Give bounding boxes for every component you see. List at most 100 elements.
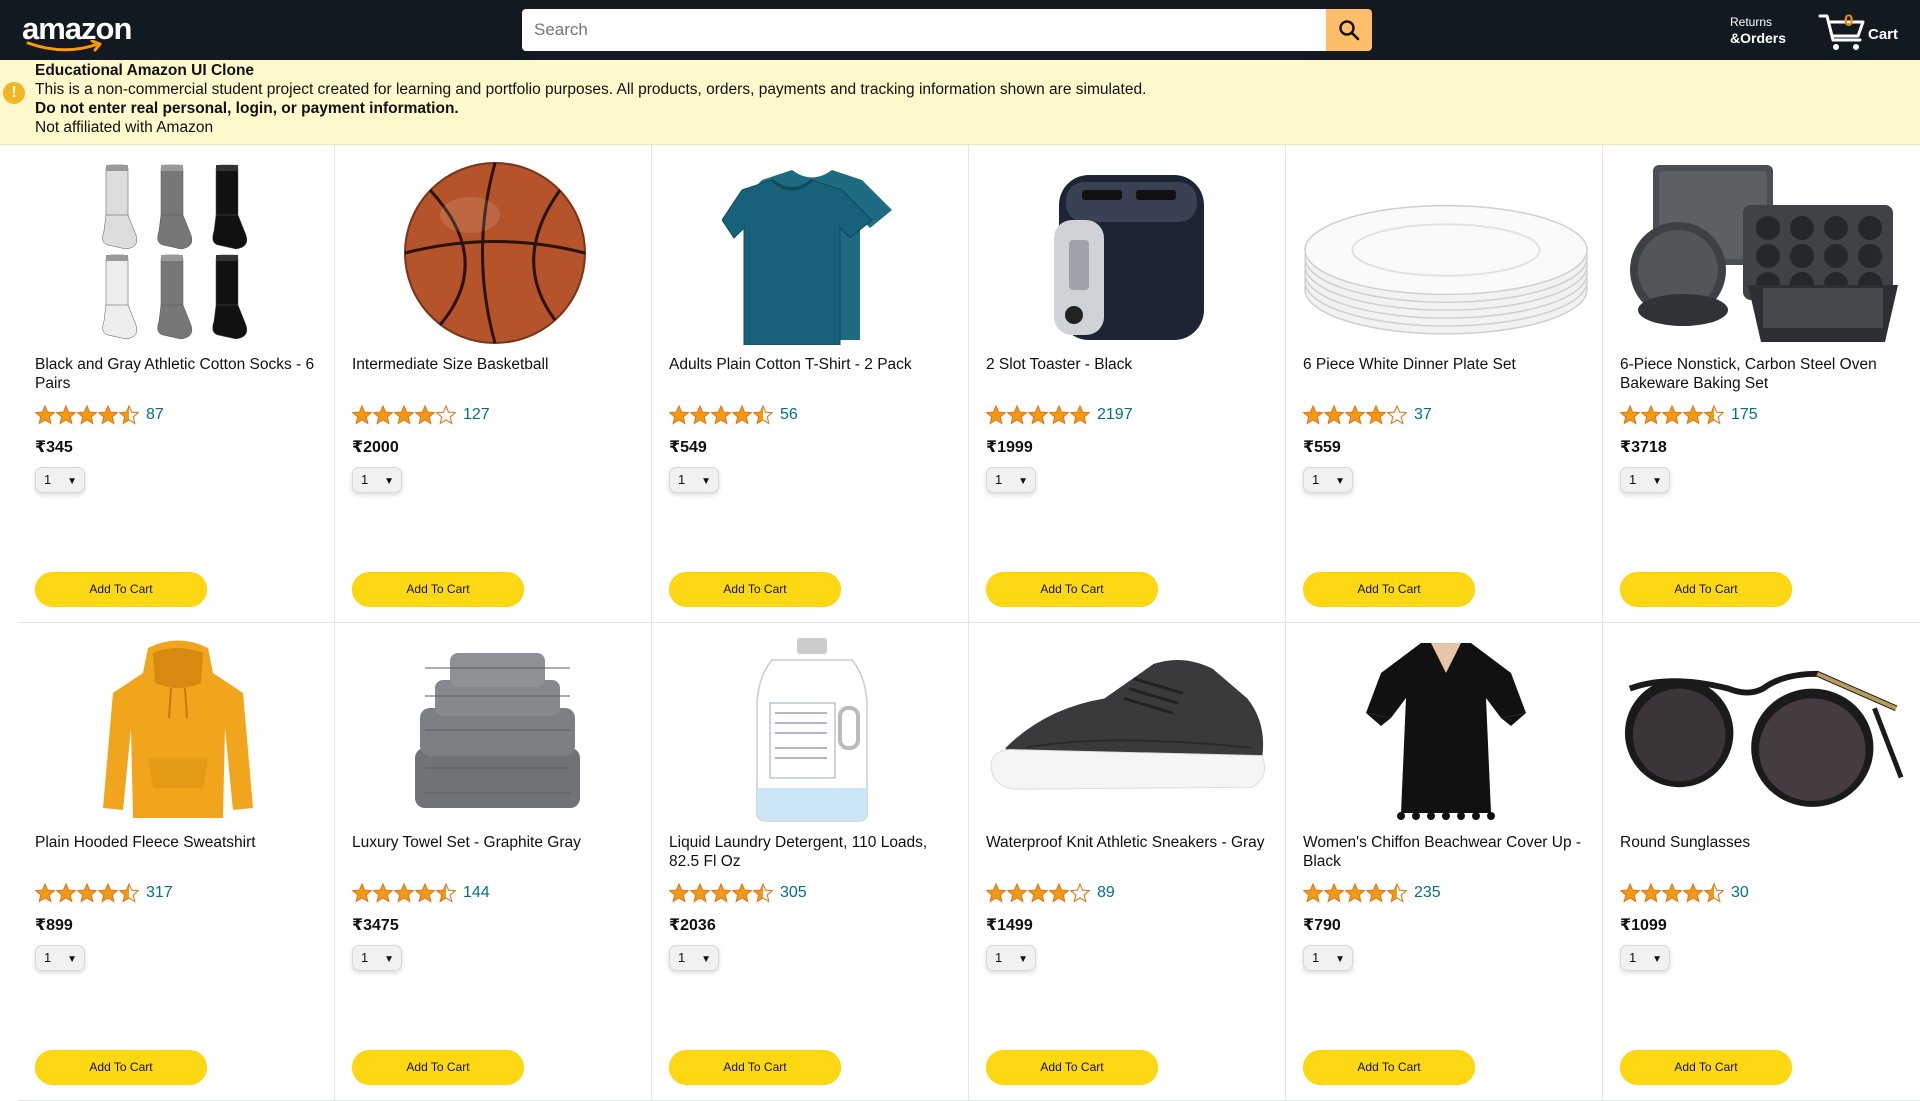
top-header: amazon Returns &Orders 0 Cart [0, 0, 1920, 60]
product-rating[interactable]: 30 [1620, 883, 1749, 903]
product-image[interactable] [1303, 160, 1589, 345]
quantity-select[interactable]: 1 ▼ [1303, 945, 1353, 971]
chevron-down-icon: ▼ [1018, 954, 1028, 965]
product-image[interactable] [669, 638, 955, 823]
product-name[interactable]: Plain Hooded Fleece Sweatshirt [35, 833, 325, 852]
rating-count[interactable]: 89 [1097, 884, 1115, 902]
quantity-select[interactable]: 1 ▼ [352, 467, 402, 493]
add-to-cart-button[interactable]: Add To Cart [986, 572, 1158, 607]
product-price: ₹899 [35, 917, 73, 934]
product-rating[interactable]: 144 [352, 883, 490, 903]
product-price: ₹549 [669, 439, 707, 456]
product-name[interactable]: Adults Plain Cotton T-Shirt - 2 Pack [669, 355, 959, 374]
product-rating[interactable]: 87 [35, 405, 164, 425]
disclaimer-line3: Not affiliated with Amazon [35, 119, 214, 136]
product-name[interactable]: 2 Slot Toaster - Black [986, 355, 1276, 374]
rating-count[interactable]: 37 [1414, 406, 1432, 424]
quantity-select[interactable]: 1 ▼ [35, 945, 85, 971]
chevron-down-icon: ▼ [1018, 476, 1028, 487]
disclaimer-banner: ! Educational Amazon UI Clone This is a … [0, 60, 1920, 145]
logo-smile-icon [26, 40, 102, 52]
product-name[interactable]: Black and Gray Athletic Cotton Socks - 6… [35, 355, 325, 393]
product-rating[interactable]: 305 [669, 883, 807, 903]
product-price: ₹3475 [352, 917, 399, 934]
rating-count[interactable]: 144 [463, 884, 490, 902]
chevron-down-icon: ▼ [701, 476, 711, 487]
product-rating[interactable]: 56 [669, 405, 798, 425]
amazon-logo[interactable]: amazon [22, 13, 132, 52]
rating-count[interactable]: 317 [146, 884, 173, 902]
quantity-select[interactable]: 1 ▼ [986, 945, 1036, 971]
rating-count[interactable]: 175 [1731, 406, 1758, 424]
product-name[interactable]: Waterproof Knit Athletic Sneakers - Gray [986, 833, 1276, 852]
product-name[interactable]: Round Sunglasses [1620, 833, 1910, 852]
product-rating[interactable]: 127 [352, 405, 490, 425]
returns-orders-link[interactable]: Returns &Orders [1730, 14, 1786, 46]
quantity-select[interactable]: 1 ▼ [35, 467, 85, 493]
product-name[interactable]: Liquid Laundry Detergent, 110 Loads, 82.… [669, 833, 959, 871]
quantity-value: 1 [44, 950, 52, 965]
quantity-value: 1 [678, 950, 686, 965]
product-image[interactable] [986, 638, 1272, 823]
quantity-value: 1 [1629, 472, 1637, 487]
product-rating[interactable]: 175 [1620, 405, 1758, 425]
search-input[interactable] [522, 9, 1326, 51]
product-price: ₹2036 [669, 917, 716, 934]
product-rating[interactable]: 317 [35, 883, 173, 903]
product-rating[interactable]: 89 [986, 883, 1115, 903]
product-rating[interactable]: 37 [1303, 405, 1432, 425]
add-to-cart-button[interactable]: Add To Cart [669, 572, 841, 607]
product-name[interactable]: Luxury Towel Set - Graphite Gray [352, 833, 642, 852]
chevron-down-icon: ▼ [384, 476, 394, 487]
product-name[interactable]: Intermediate Size Basketball [352, 355, 642, 374]
add-to-cart-button[interactable]: Add To Cart [352, 572, 524, 607]
rating-stars-icon [35, 883, 140, 903]
quantity-select[interactable]: 1 ▼ [1620, 945, 1670, 971]
search-button[interactable] [1326, 9, 1372, 51]
add-to-cart-button[interactable]: Add To Cart [1620, 572, 1792, 607]
product-card: Liquid Laundry Detergent, 110 Loads, 82.… [652, 623, 969, 1100]
product-image[interactable] [35, 160, 321, 345]
rating-count[interactable]: 56 [780, 406, 798, 424]
quantity-select[interactable]: 1 ▼ [669, 945, 719, 971]
rating-count[interactable]: 305 [780, 884, 807, 902]
product-price: ₹1499 [986, 917, 1033, 934]
product-image[interactable] [352, 638, 638, 823]
quantity-select[interactable]: 1 ▼ [986, 467, 1036, 493]
rating-count[interactable]: 2197 [1097, 406, 1133, 424]
product-image[interactable] [352, 160, 638, 345]
product-price: ₹3718 [1620, 439, 1667, 456]
product-name[interactable]: 6 Piece White Dinner Plate Set [1303, 355, 1593, 374]
rating-count[interactable]: 30 [1731, 884, 1749, 902]
product-price: ₹790 [1303, 917, 1341, 934]
product-image[interactable] [986, 160, 1272, 345]
quantity-value: 1 [995, 472, 1003, 487]
rating-count[interactable]: 87 [146, 406, 164, 424]
product-name[interactable]: 6-Piece Nonstick, Carbon Steel Oven Bake… [1620, 355, 1910, 393]
rating-count[interactable]: 127 [463, 406, 490, 424]
rating-count[interactable]: 235 [1414, 884, 1441, 902]
add-to-cart-button[interactable]: Add To Cart [35, 572, 207, 607]
product-image[interactable] [669, 160, 955, 345]
quantity-select[interactable]: 1 ▼ [352, 945, 402, 971]
products-grid: Black and Gray Athletic Cotton Socks - 6… [18, 145, 1920, 1101]
chevron-down-icon: ▼ [67, 476, 77, 487]
product-card: 2 Slot Toaster - Black 2197 ₹1999 1 ▼ Ad… [969, 145, 1286, 622]
cart-link[interactable]: 0 Cart [1818, 10, 1914, 52]
product-image[interactable] [35, 638, 321, 823]
product-rating[interactable]: 235 [1303, 883, 1441, 903]
chevron-down-icon: ▼ [1652, 476, 1662, 487]
product-name[interactable]: Women's Chiffon Beachwear Cover Up - Bla… [1303, 833, 1593, 871]
product-card: Black and Gray Athletic Cotton Socks - 6… [18, 145, 335, 622]
chevron-down-icon: ▼ [384, 954, 394, 965]
quantity-select[interactable]: 1 ▼ [1303, 467, 1353, 493]
orders-line2: &Orders [1730, 30, 1787, 46]
product-rating[interactable]: 2197 [986, 405, 1133, 425]
product-image[interactable] [1620, 160, 1906, 345]
disclaimer-text: Educational Amazon UI Clone This is a no… [35, 60, 1146, 137]
quantity-select[interactable]: 1 ▼ [1620, 467, 1670, 493]
product-image[interactable] [1303, 638, 1589, 823]
product-image[interactable] [1620, 638, 1906, 823]
add-to-cart-button[interactable]: Add To Cart [1303, 572, 1475, 607]
quantity-select[interactable]: 1 ▼ [669, 467, 719, 493]
